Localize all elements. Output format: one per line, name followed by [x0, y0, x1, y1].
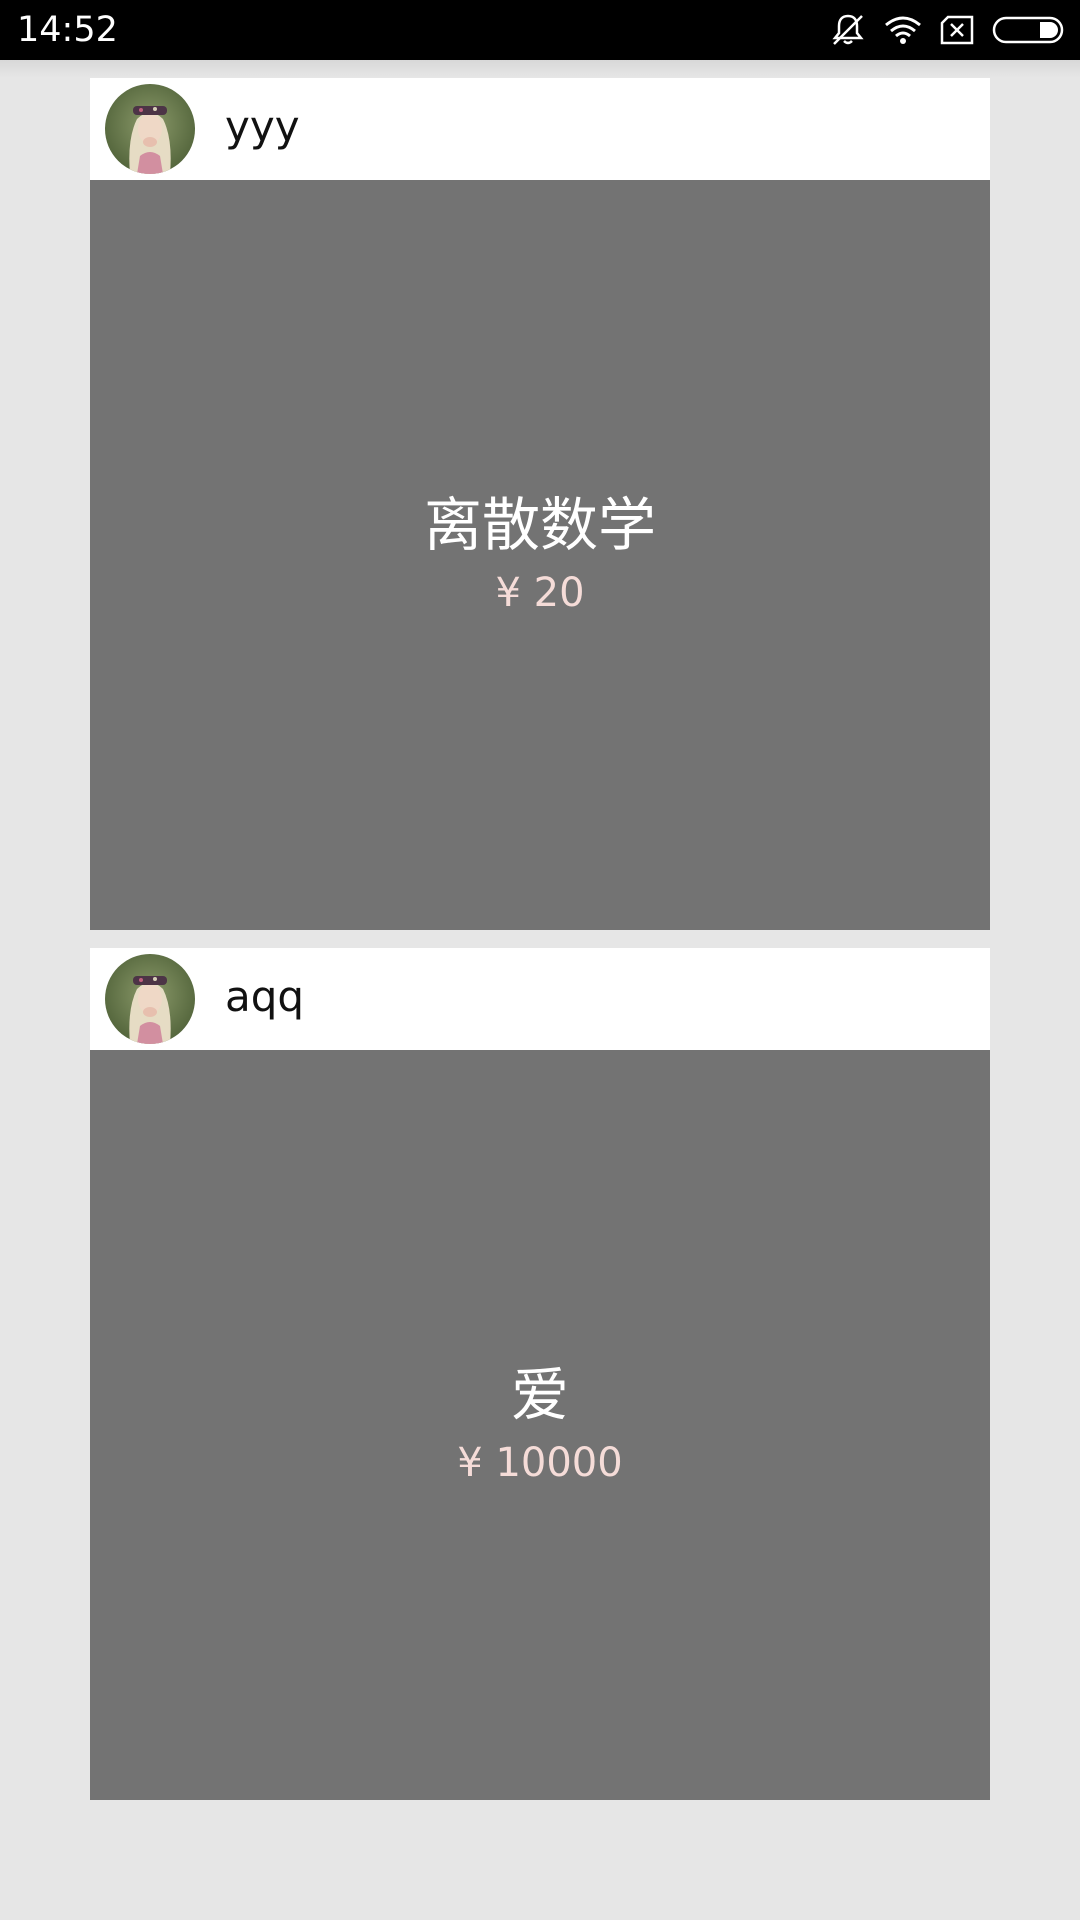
book-title: 爱 — [510, 1361, 569, 1429]
listing-card[interactable]: yyy 离散数学 ¥ 20 — [90, 78, 990, 930]
avatar[interactable] — [105, 84, 195, 174]
notifications-muted-icon — [830, 13, 866, 47]
listing-card-body[interactable]: 离散数学 ¥ 20 — [90, 180, 990, 930]
seller-username: yyy — [225, 102, 300, 151]
book-price: ¥ 20 — [495, 570, 585, 616]
status-icons — [830, 12, 1064, 48]
listing-card-body[interactable]: 爱 ¥ 10000 — [90, 1050, 990, 1800]
wifi-icon — [884, 15, 922, 45]
listing-card-header: yyy — [90, 78, 990, 180]
listing-feed: yyy 离散数学 ¥ 20 aqq 爱 ¥ 10000 — [0, 60, 1080, 1920]
status-bar: 14:52 — [0, 0, 1080, 60]
no-sim-icon — [940, 15, 974, 45]
listing-card-header: aqq — [90, 948, 990, 1050]
battery-icon — [992, 15, 1064, 45]
listing-info: 离散数学 ¥ 20 — [90, 489, 990, 621]
listing-info: 爱 ¥ 10000 — [90, 1359, 990, 1491]
seller-username: aqq — [225, 972, 305, 1021]
listing-card[interactable]: aqq 爱 ¥ 10000 — [90, 948, 990, 1800]
avatar[interactable] — [105, 954, 195, 1044]
book-price: ¥ 10000 — [457, 1440, 623, 1486]
book-title: 离散数学 — [423, 491, 656, 559]
status-time: 14:52 — [17, 10, 118, 50]
